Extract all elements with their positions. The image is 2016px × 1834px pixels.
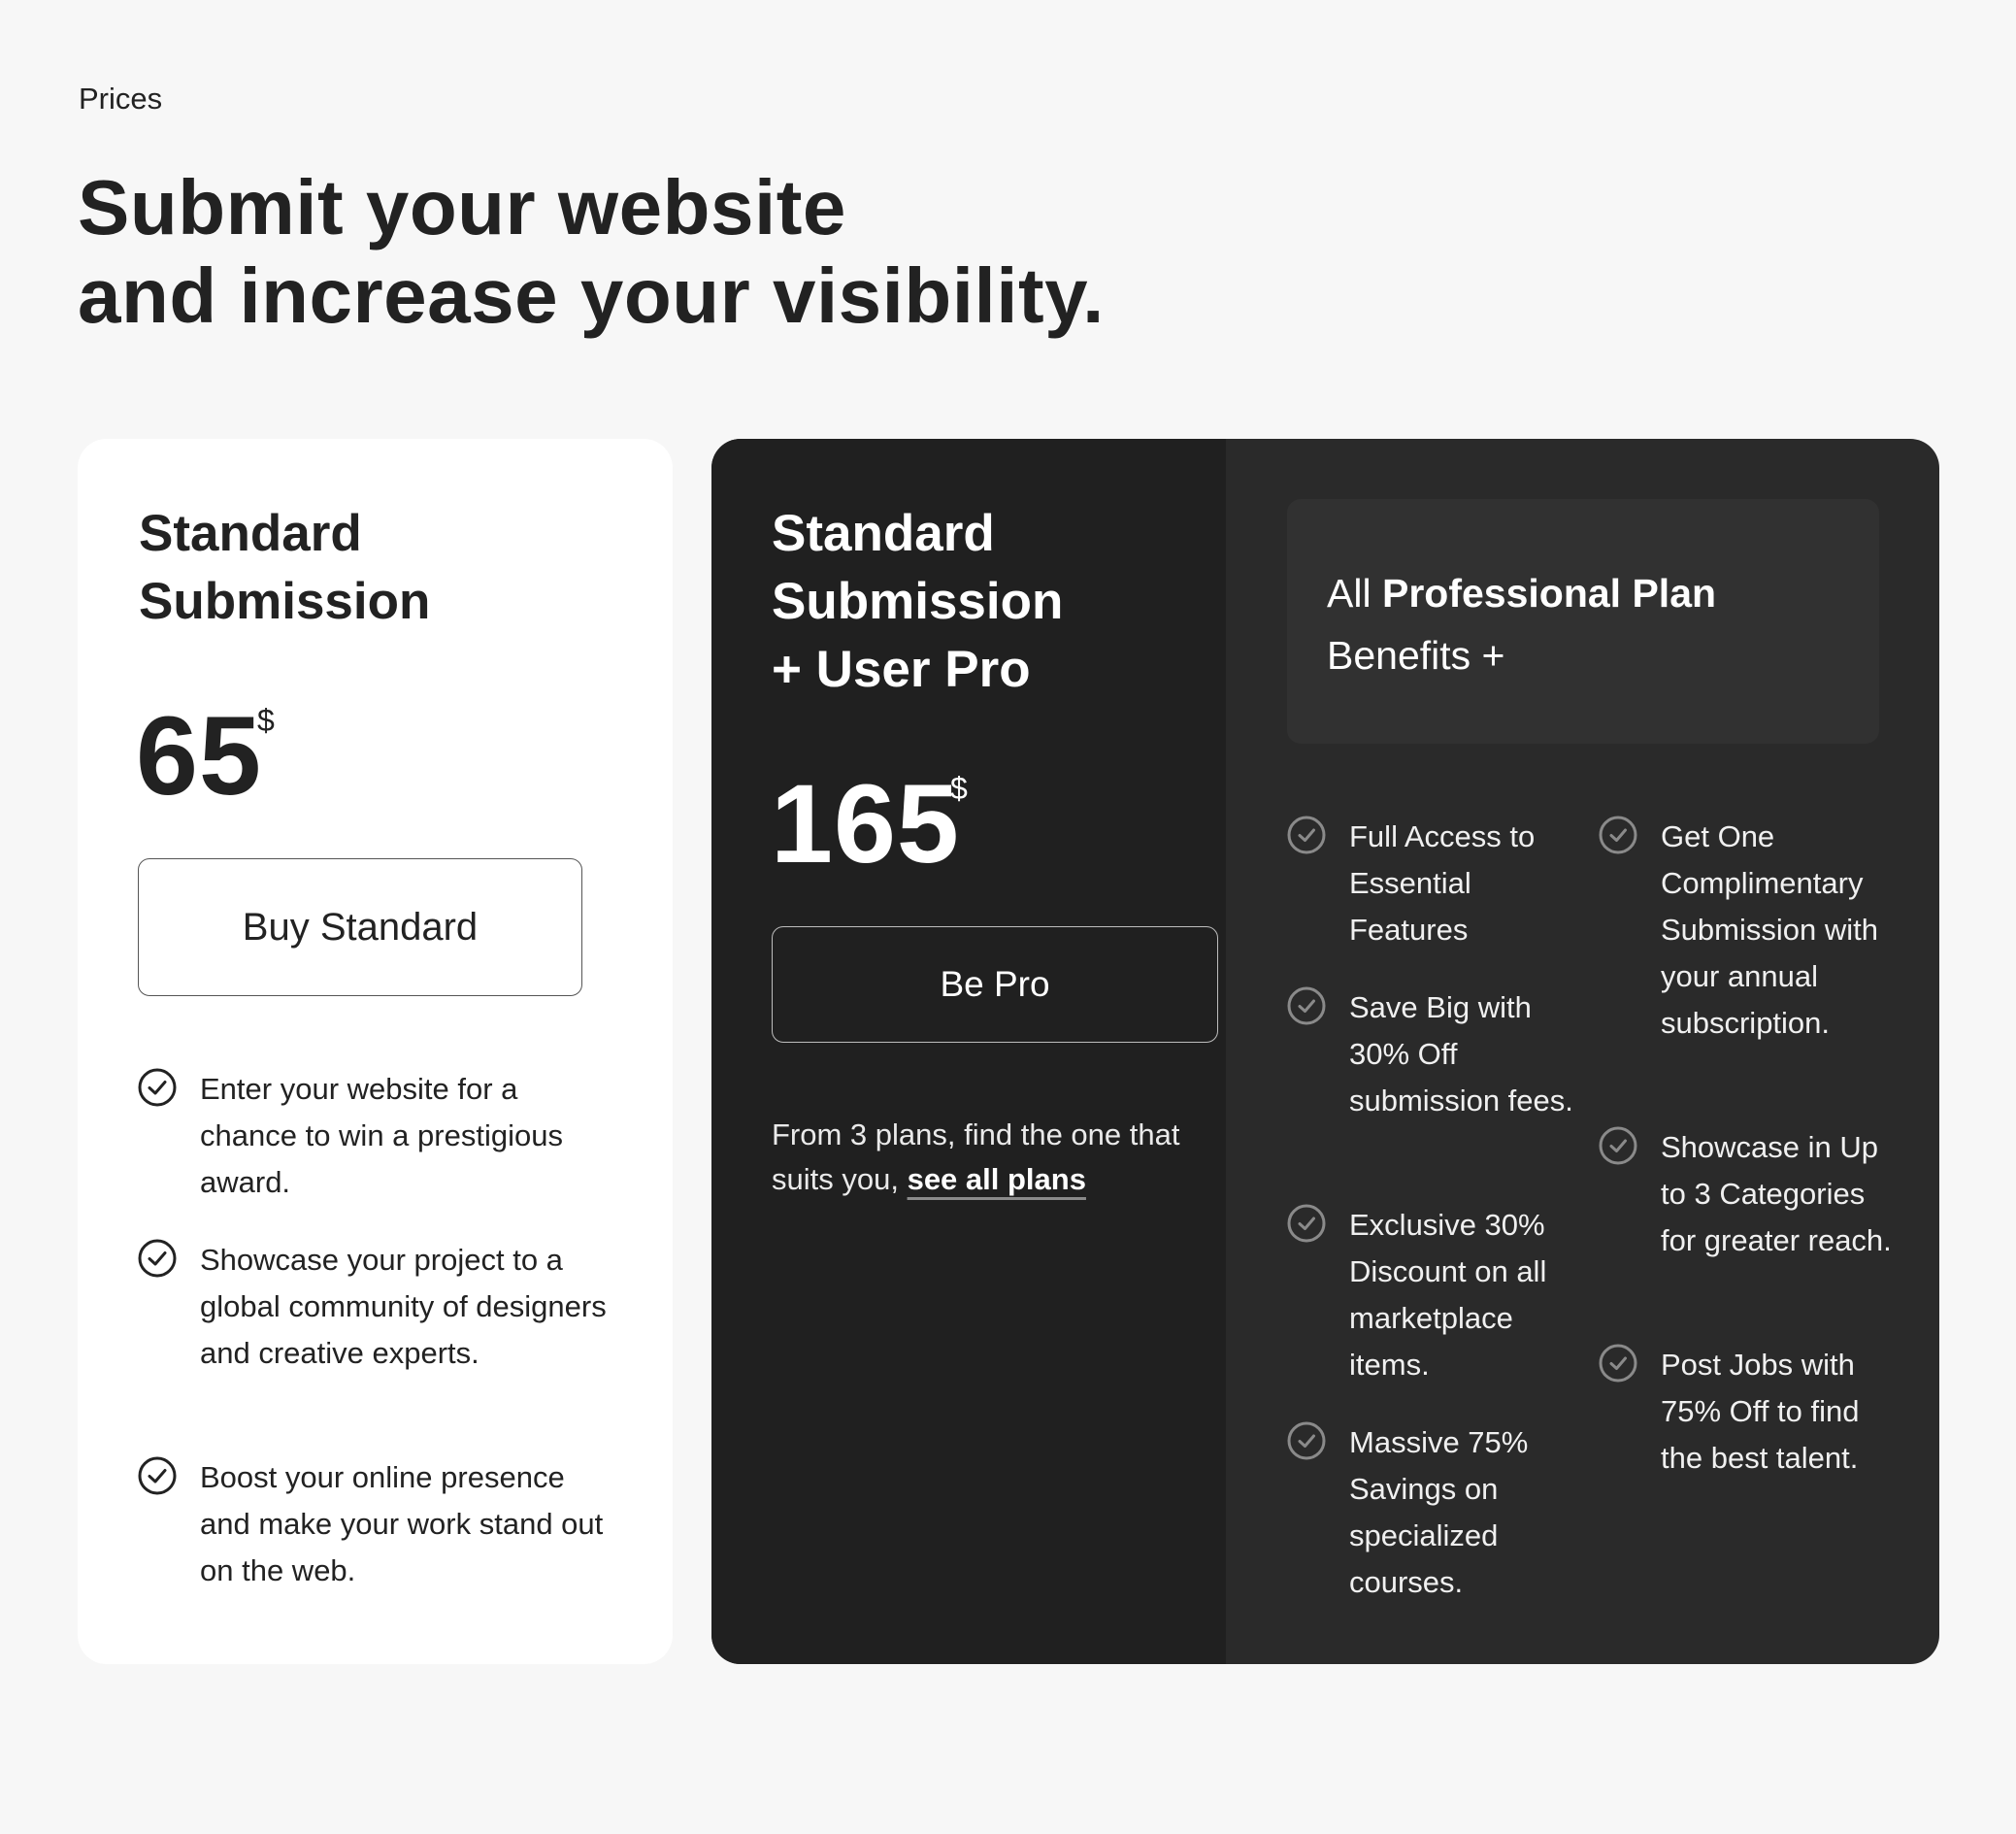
pro-feature-text: Massive 75% Savings on specialized cours… <box>1349 1425 1529 1599</box>
pro-title-line-2: Submission <box>772 573 1064 630</box>
buy-standard-button[interactable]: Buy Standard <box>138 858 582 996</box>
pro-feature-text: Exclusive 30% Discount on all marketplac… <box>1349 1208 1547 1382</box>
headline-line-1: Submit your website <box>78 164 846 250</box>
standard-title-line-1: Standard <box>139 505 362 562</box>
pro-feature-text: Full Access to Essential Features <box>1349 819 1536 947</box>
benefits-box: All Professional Plan Benefits + <box>1287 499 1879 744</box>
pro-feature-text: Get One Complimentary Submission with yo… <box>1661 819 1878 1040</box>
page-headline: Submit your website and increase your vi… <box>78 163 1105 340</box>
pro-feature-text: Showcase in Up to 3 Categories for great… <box>1661 1130 1892 1257</box>
be-pro-button[interactable]: Be Pro <box>772 926 1218 1043</box>
benefits-prefix: All <box>1327 571 1372 616</box>
check-circle-icon <box>1287 816 1326 854</box>
check-circle-icon <box>138 1239 177 1278</box>
check-circle-icon <box>1599 816 1637 854</box>
standard-feature-text: Showcase your project to a global commun… <box>200 1243 607 1370</box>
pricing-page: Prices Submit your website and increase … <box>0 0 2016 1834</box>
standard-price: 65 <box>136 694 262 818</box>
pro-feature-text: Post Jobs with 75% Off to find the best … <box>1661 1348 1860 1475</box>
check-circle-icon <box>138 1456 177 1495</box>
check-circle-icon <box>1599 1344 1637 1383</box>
pro-title-line-3: + User Pro <box>772 641 1031 698</box>
benefits-suffix: Benefits + <box>1327 633 1505 678</box>
pro-feature-text: Save Big with 30% Off submission fees. <box>1349 990 1573 1117</box>
headline-line-2: and increase your visibility. <box>78 252 1105 339</box>
pro-price: 165 <box>771 762 960 886</box>
plans-note: From 3 plans, find the one that suits yo… <box>772 1113 1199 1202</box>
standard-plan-title: Standard Submission <box>139 500 430 636</box>
standard-feature-text: Boost your online presence and make your… <box>200 1460 604 1587</box>
check-circle-icon <box>1287 986 1326 1025</box>
standard-title-line-2: Submission <box>139 573 431 630</box>
check-circle-icon <box>1287 1421 1326 1460</box>
check-circle-icon <box>1287 1204 1326 1243</box>
pro-price-currency: $ <box>950 771 968 806</box>
check-circle-icon <box>138 1068 177 1107</box>
pro-plan-title: Standard Submission + User Pro <box>772 500 1063 704</box>
benefits-heading: All Professional Plan Benefits + <box>1327 562 1716 686</box>
pro-title-line-1: Standard <box>772 505 995 562</box>
see-all-plans-link[interactable]: see all plans <box>908 1162 1086 1196</box>
benefits-plan-name: Professional Plan <box>1381 571 1717 616</box>
check-circle-icon <box>1599 1126 1637 1165</box>
section-eyebrow: Prices <box>79 82 163 116</box>
standard-feature-text: Enter your website for a chance to win a… <box>200 1072 563 1199</box>
standard-price-currency: $ <box>257 703 275 738</box>
